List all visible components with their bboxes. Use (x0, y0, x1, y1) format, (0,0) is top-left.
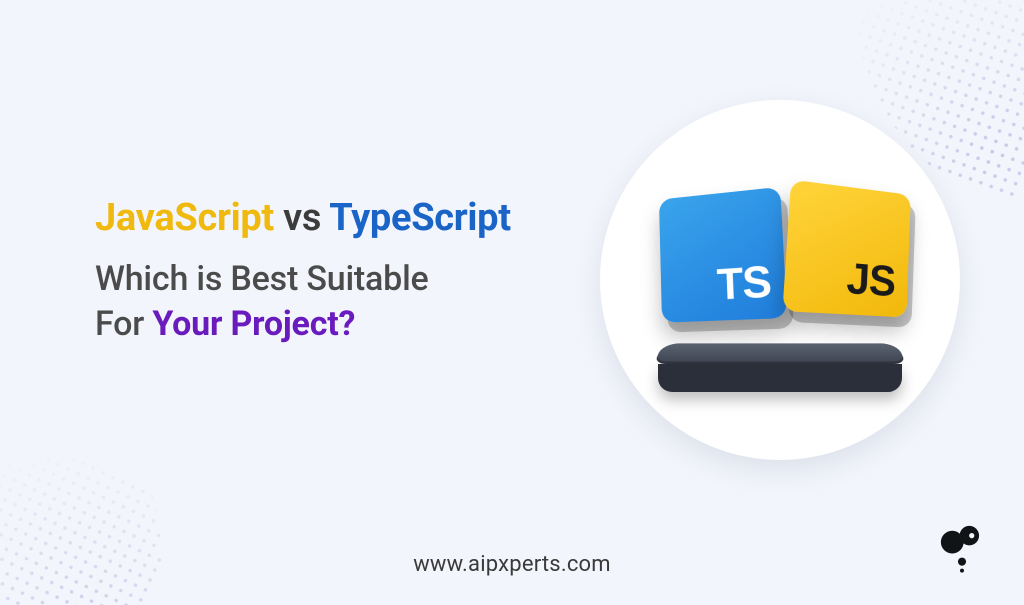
footer-url: www.aipxperts.com (0, 552, 1024, 577)
hero-circle: TS JS (600, 100, 960, 460)
question-line-2-prefix: For (95, 304, 152, 344)
hero-stage: TS JS (640, 190, 920, 410)
tile-ts-label: TS (716, 257, 772, 311)
headline-question: Which is Best Suitable For Your Project? (95, 257, 575, 349)
term-javascript: JavaScript (95, 196, 274, 240)
headline-block: JavaScript vs TypeScript Which is Best S… (95, 195, 575, 348)
question-emphasis: Your Project? (152, 304, 355, 344)
question-line-1: Which is Best Suitable (95, 259, 429, 299)
term-vs: vs (283, 196, 321, 240)
tile-typescript: TS (659, 187, 787, 323)
brand-logo-icon (936, 521, 988, 573)
tile-javascript: JS (782, 180, 910, 318)
tile-js-label: JS (845, 254, 896, 307)
pedestal (650, 328, 910, 392)
headline-line-1: JavaScript vs TypeScript (95, 195, 575, 243)
term-typescript: TypeScript (329, 196, 511, 240)
